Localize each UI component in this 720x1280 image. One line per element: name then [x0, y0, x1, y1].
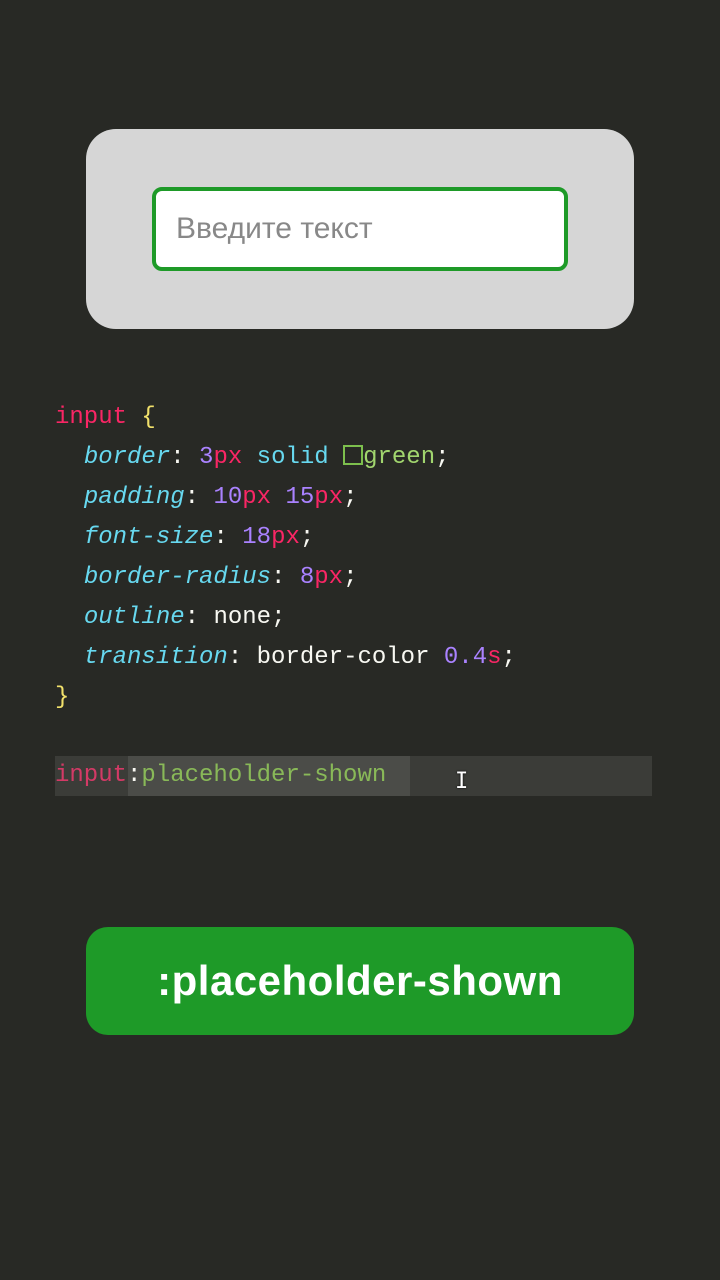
code-line-close: } — [55, 678, 667, 718]
css-property: border-radius — [84, 564, 271, 591]
css-number: 3 — [199, 444, 213, 471]
colon: : — [213, 524, 242, 551]
code-line-rule: font-size: 18px; — [55, 518, 667, 558]
typing-selector: input — [55, 762, 127, 789]
css-color: green — [363, 444, 435, 471]
css-code-block: input { border: 3px solid green; padding… — [55, 398, 667, 796]
badge-label: :placeholder-shown — [157, 957, 563, 1005]
demo-text-input[interactable] — [152, 187, 568, 271]
open-brace: { — [127, 404, 156, 431]
text-cursor-icon: I — [455, 762, 468, 802]
css-number: 8 — [300, 564, 314, 591]
css-number: 0.4 — [444, 644, 487, 671]
code-line-selector: input { — [55, 398, 667, 438]
semicolon: ; — [271, 604, 285, 631]
css-property: border — [84, 444, 170, 471]
semicolon: ; — [343, 484, 357, 511]
css-property: font-size — [84, 524, 214, 551]
css-unit: px — [213, 444, 242, 471]
typing-colon: : — [127, 762, 141, 789]
semicolon: ; — [502, 644, 516, 671]
pseudo-class-badge: :placeholder-shown — [86, 927, 634, 1035]
css-property: padding — [84, 484, 185, 511]
css-property: transition — [84, 644, 228, 671]
css-number: 18 — [242, 524, 271, 551]
css-value: border-color — [257, 644, 444, 671]
colon: : — [185, 484, 214, 511]
code-line-rule: outline: none; — [55, 598, 667, 638]
semicolon: ; — [300, 524, 314, 551]
colon: : — [185, 604, 214, 631]
code-line-rule: transition: border-color 0.4s; — [55, 638, 667, 678]
input-demo-card — [86, 129, 634, 329]
semicolon: ; — [435, 444, 449, 471]
css-unit: px — [314, 484, 343, 511]
css-number: 15 — [285, 484, 314, 511]
typing-line: input:placeholder-shown I — [55, 756, 667, 796]
css-property: outline — [84, 604, 185, 631]
css-number: 10 — [213, 484, 242, 511]
typing-pseudo: placeholder-shown — [141, 762, 386, 789]
css-unit: s — [487, 644, 501, 671]
colon: : — [170, 444, 199, 471]
css-unit: px — [242, 484, 271, 511]
code-line-rule: border: 3px solid green; — [55, 438, 667, 478]
close-brace: } — [55, 684, 69, 711]
colon: : — [271, 564, 300, 591]
css-value: none — [213, 604, 271, 631]
css-unit: px — [314, 564, 343, 591]
colon: : — [228, 644, 257, 671]
code-line-rule: border-radius: 8px; — [55, 558, 667, 598]
code-line-rule: padding: 10px 15px; — [55, 478, 667, 518]
css-selector: input — [55, 404, 127, 431]
css-keyword: solid — [257, 444, 329, 471]
color-swatch-icon — [343, 445, 363, 465]
css-unit: px — [271, 524, 300, 551]
semicolon: ; — [343, 564, 357, 591]
